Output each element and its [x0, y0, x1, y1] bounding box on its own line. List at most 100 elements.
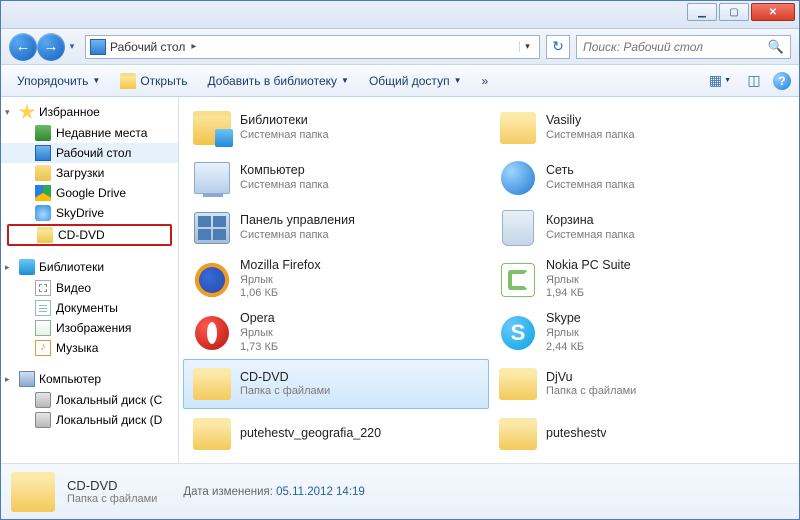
- minimize-button[interactable]: ▁: [687, 3, 717, 21]
- libraries-group: ▸ Библиотеки Видео ДокументыИзображения ♪ М…: [1, 256, 178, 358]
- computer-group: ▸ Компьютер Локальный диск (C Локальный д…: [1, 368, 178, 430]
- sidebar-item-label: Локальный диск (D: [56, 413, 162, 427]
- sidebar-item-label: CD-DVD: [58, 228, 105, 242]
- sidebar-item[interactable]: Изображения: [1, 318, 178, 338]
- item-type: Системная папка: [546, 229, 635, 243]
- sidebar-item[interactable]: Видео: [1, 278, 178, 298]
- sidebar-item-label: Загрузки: [56, 166, 104, 180]
- content-item[interactable]: CD-DVDПапка с файлами: [183, 359, 489, 409]
- disk-icon: [35, 392, 51, 408]
- item-type: Ярлык: [240, 327, 278, 341]
- more-commands-button[interactable]: »: [473, 71, 496, 91]
- item-type: Системная папка: [546, 129, 635, 143]
- downloads-icon: [35, 165, 51, 181]
- music-icon: ♪: [35, 340, 51, 356]
- content-item[interactable]: Панель управленияСистемная папка: [183, 203, 489, 253]
- favorites-header[interactable]: ▾ Избранное: [1, 101, 178, 123]
- sidebar-item[interactable]: Локальный диск (C: [1, 390, 178, 410]
- expand-icon[interactable]: ▸: [5, 374, 10, 385]
- item-name: CD-DVD: [240, 370, 330, 386]
- add-to-library-button[interactable]: Добавить в библиотеку▼: [199, 71, 356, 91]
- content-item[interactable]: VasiliyСистемная папка: [489, 103, 795, 153]
- content-item[interactable]: Mozilla FirefoxЯрлык1,06 КБ: [183, 253, 489, 306]
- item-type: Системная папка: [546, 179, 635, 193]
- sidebar-item[interactable]: Локальный диск (D: [1, 410, 178, 430]
- view-options-button[interactable]: ▦▼: [705, 70, 735, 92]
- item-grid: БиблиотекиСистемная папкаVasiliyСистемна…: [183, 103, 795, 459]
- ff-icon: [195, 263, 229, 297]
- expand-icon[interactable]: ▸: [5, 262, 10, 273]
- libs-icon: [193, 111, 231, 145]
- collapse-icon[interactable]: ▾: [5, 107, 10, 118]
- content-area[interactable]: БиблиотекиСистемная папкаVasiliyСистемна…: [179, 97, 799, 463]
- sidebar-item-label: Рабочий стол: [56, 146, 131, 160]
- preview-pane-button[interactable]: ◫: [739, 70, 769, 92]
- video-icon: [35, 280, 51, 296]
- item-name: Nokia PC Suite: [546, 258, 631, 274]
- maximize-button[interactable]: ▢: [719, 3, 749, 21]
- navigation-pane[interactable]: ▾ Избранное Недавние места Рабочий стол За…: [1, 97, 179, 463]
- share-button[interactable]: Общий доступ▼: [361, 71, 470, 91]
- address-bar[interactable]: Рабочий стол ▸ ▾: [85, 35, 540, 59]
- sidebar-item[interactable]: ♪ Музыка: [1, 338, 178, 358]
- net-icon: [501, 161, 535, 195]
- content-item[interactable]: Nokia PC SuiteЯрлык1,94 КБ: [489, 253, 795, 306]
- skydrive-icon: [35, 205, 51, 221]
- sidebar-item[interactable]: Документы: [1, 298, 178, 318]
- sidebar-item[interactable]: Загрузки: [1, 163, 178, 183]
- userfolder-icon: [500, 112, 536, 144]
- desktop-icon: [35, 145, 51, 161]
- item-name: Корзина: [546, 213, 635, 229]
- content-item[interactable]: КорзинаСистемная папка: [489, 203, 795, 253]
- sidebar-item-label: Музыка: [56, 341, 98, 355]
- item-size: 2,44 КБ: [546, 341, 584, 355]
- back-button[interactable]: ←: [9, 33, 37, 61]
- sidebar-item[interactable]: Рабочий стол: [1, 143, 178, 163]
- sidebar-item[interactable]: CD-DVD: [7, 224, 172, 246]
- command-toolbar: Упорядочить▼ Открыть Добавить в библиоте…: [1, 65, 799, 97]
- sidebar-item[interactable]: SkyDrive: [1, 203, 178, 223]
- sidebar-item[interactable]: Недавние места: [1, 123, 178, 143]
- search-input[interactable]: [583, 40, 768, 54]
- nav-buttons: ← → ▾: [9, 33, 79, 61]
- item-type: Системная папка: [240, 179, 329, 193]
- search-box[interactable]: 🔍: [576, 35, 791, 59]
- refresh-button[interactable]: ↻: [546, 35, 570, 59]
- sidebar-item-label: Видео: [56, 281, 91, 295]
- computer-header[interactable]: ▸ Компьютер: [1, 368, 178, 390]
- content-item[interactable]: КомпьютерСистемная папка: [183, 153, 489, 203]
- item-size: 1,73 КБ: [240, 341, 278, 355]
- bin-icon: [502, 210, 534, 246]
- folder-icon: [499, 418, 537, 450]
- address-text: Рабочий стол: [110, 40, 185, 54]
- forward-button[interactable]: →: [37, 33, 65, 61]
- content-item[interactable]: putehestv_geografia_220: [183, 409, 489, 459]
- item-name: Библиотеки: [240, 113, 329, 129]
- item-type: Системная папка: [240, 129, 329, 143]
- breadcrumb-chevron-icon[interactable]: ▸: [189, 41, 198, 52]
- item-type: Папка с файлами: [546, 385, 636, 399]
- organize-button[interactable]: Упорядочить▼: [9, 71, 108, 91]
- libraries-header[interactable]: ▸ Библиотеки: [1, 256, 178, 278]
- content-item[interactable]: SSkypeЯрлык2,44 КБ: [489, 306, 795, 359]
- item-size: 1,06 КБ: [240, 287, 321, 301]
- content-item[interactable]: БиблиотекиСистемная папка: [183, 103, 489, 153]
- item-type: Ярлык: [546, 274, 631, 288]
- close-button[interactable]: ✕: [751, 3, 795, 21]
- body: ▾ Избранное Недавние места Рабочий стол За…: [1, 97, 799, 463]
- open-button[interactable]: Открыть: [112, 70, 195, 92]
- content-item[interactable]: puteshestv: [489, 409, 795, 459]
- computer-icon: [19, 371, 35, 387]
- content-item[interactable]: DjVuПапка с файлами: [489, 359, 795, 409]
- titlebar: ▁ ▢ ✕: [1, 1, 799, 29]
- nav-history-dropdown[interactable]: ▾: [65, 33, 79, 61]
- content-item[interactable]: СетьСистемная папка: [489, 153, 795, 203]
- sidebar-item[interactable]: Google Drive: [1, 183, 178, 203]
- address-dropdown[interactable]: ▾: [519, 41, 535, 52]
- item-name: Opera: [240, 311, 278, 327]
- content-item[interactable]: OperaЯрлык1,73 КБ: [183, 306, 489, 359]
- help-button[interactable]: ?: [773, 72, 791, 90]
- item-name: puteshestv: [546, 426, 606, 442]
- details-text: CD-DVD Папка с файлами: [67, 478, 157, 505]
- explorer-window: ▁ ▢ ✕ ← → ▾ Рабочий стол ▸ ▾ ↻ 🔍 Упорядо…: [0, 0, 800, 520]
